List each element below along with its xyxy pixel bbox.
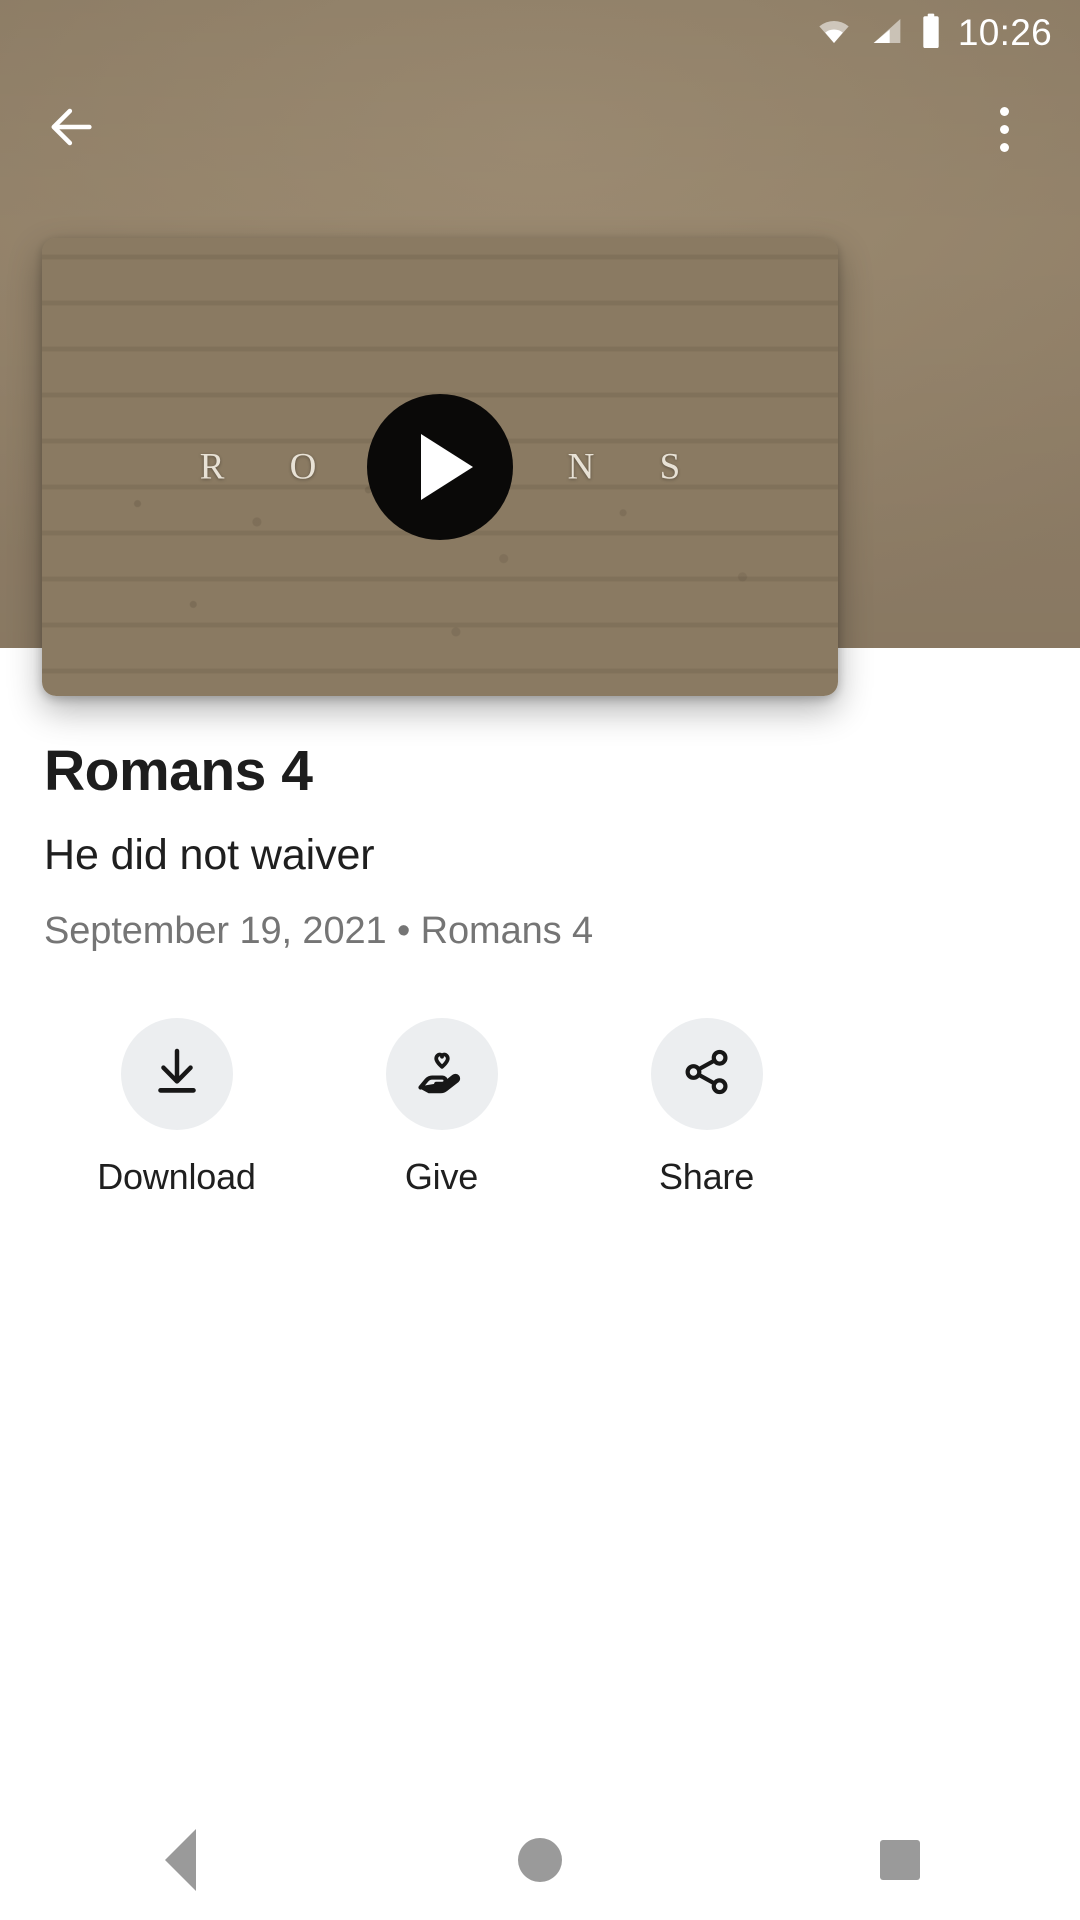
square-recents-icon (880, 1840, 920, 1880)
app-screen: 10:26 R O M A N S Romans 4 He did not wa… (0, 0, 1080, 1920)
overflow-menu-button[interactable] (968, 93, 1040, 165)
arrow-back-icon (46, 101, 98, 158)
more-vertical-icon-dot-1 (999, 106, 1009, 116)
give-label: Give (404, 1156, 479, 1197)
back-button[interactable] (36, 93, 108, 165)
episode-details: Romans 4 He did not waiver September 19,… (44, 739, 1044, 953)
nav-back-button[interactable] (90, 1800, 270, 1920)
play-icon (421, 434, 473, 500)
episode-subtitle: He did not waiver (44, 830, 375, 879)
more-vertical-icon-dot-3 (999, 142, 1009, 152)
system-navigation-bar (0, 1800, 1080, 1920)
share-action[interactable]: Share (574, 1018, 839, 1198)
give-action[interactable]: Give (309, 1018, 574, 1198)
download-icon (148, 1043, 206, 1106)
video-thumbnail-card[interactable]: R O M A N S (42, 238, 838, 696)
share-icon (679, 1044, 735, 1105)
cellular-signal-icon (868, 15, 906, 52)
episode-meta: September 19, 2021 • Romans 4 (44, 910, 594, 953)
download-label: Download (97, 1156, 256, 1197)
download-action[interactable]: Download (44, 1018, 309, 1198)
play-button[interactable] (367, 394, 513, 540)
share-button[interactable] (650, 1018, 763, 1130)
action-row: Download Give Share (44, 1018, 924, 1198)
share-label: Share (658, 1156, 755, 1197)
give-button[interactable] (385, 1018, 498, 1130)
circle-home-icon (518, 1838, 562, 1882)
battery-icon (920, 13, 942, 54)
page-title: Romans 4 (44, 739, 313, 803)
top-app-bar (0, 66, 1080, 192)
status-bar-clock: 10:26 (957, 11, 1052, 53)
download-button[interactable] (120, 1018, 233, 1130)
status-bar: 10:26 (0, 0, 1080, 66)
wifi-icon (814, 15, 854, 52)
nav-home-button[interactable] (450, 1800, 630, 1920)
status-icon-group (814, 13, 942, 54)
more-vertical-icon-dot-2 (999, 124, 1009, 134)
nav-recents-button[interactable] (810, 1800, 990, 1920)
hand-heart-icon (413, 1043, 471, 1106)
triangle-back-icon (164, 1829, 196, 1891)
